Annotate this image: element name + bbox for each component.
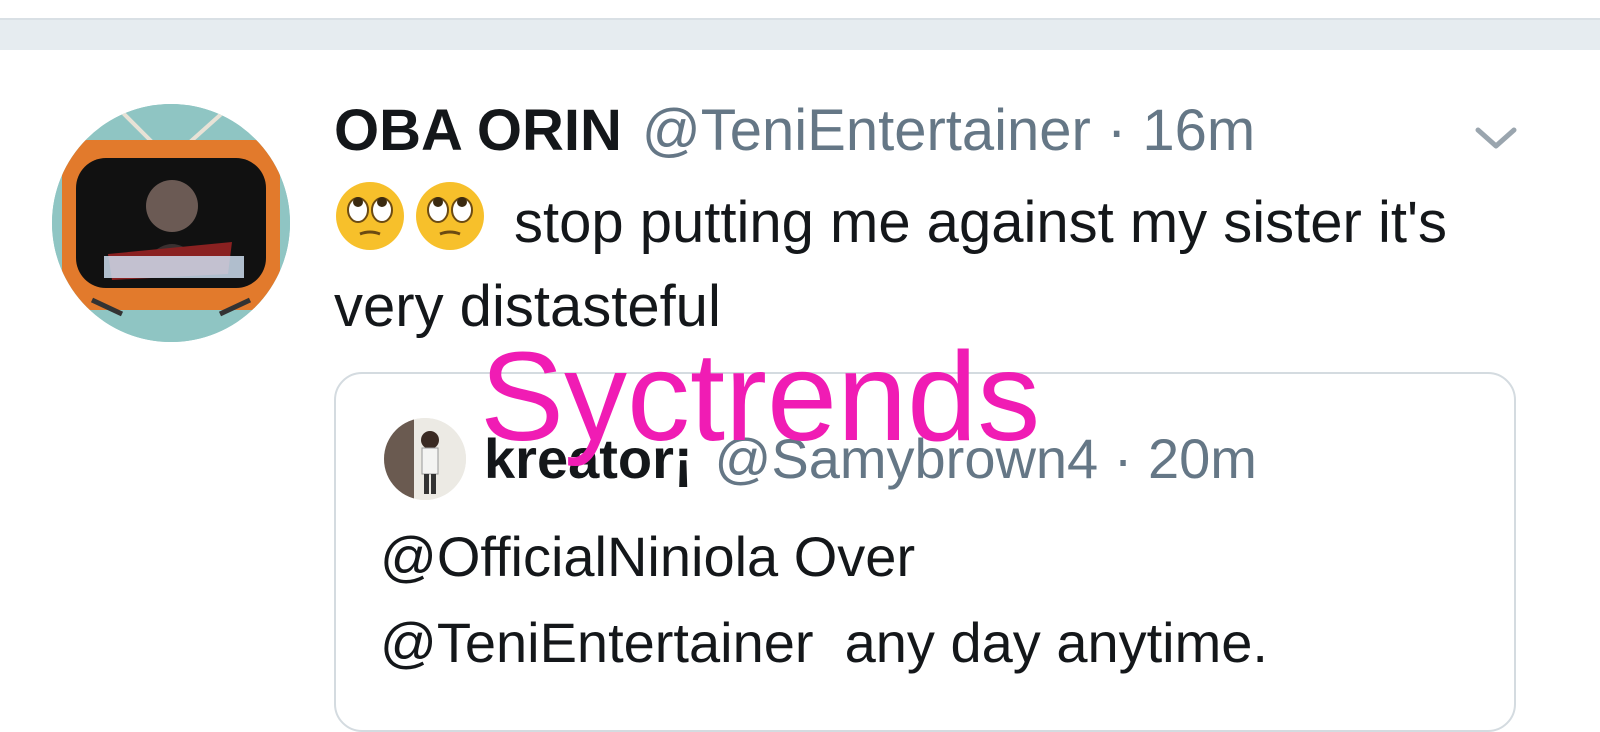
quoted-author-display-name[interactable]: kreator¡ bbox=[484, 426, 693, 492]
section-divider bbox=[0, 18, 1600, 50]
chevron-down-icon[interactable] bbox=[1472, 120, 1520, 156]
retro-tv-icon bbox=[52, 104, 290, 342]
quoted-tweet-text: @OfficialNiniola Over @TeniEntertainer a… bbox=[380, 525, 1268, 674]
rolling-eyes-emoji-icon bbox=[416, 182, 484, 250]
person-photo-icon bbox=[384, 418, 466, 500]
rolling-eyes-emoji-icon bbox=[336, 182, 404, 250]
quoted-tweet-card[interactable]: kreator¡ @Samybrown4 · 20m @OfficialNini… bbox=[334, 372, 1516, 732]
tweet-text-content: stop putting me against my sister it's v… bbox=[334, 190, 1448, 339]
tweet-text: stop putting me against my sister it's v… bbox=[334, 180, 1534, 349]
quoted-author-avatar[interactable] bbox=[384, 418, 466, 500]
author-avatar[interactable] bbox=[52, 104, 290, 342]
emoji-group bbox=[334, 180, 494, 252]
author-handle-timestamp[interactable]: @TeniEntertainer · 16m bbox=[642, 96, 1255, 166]
author-display-name[interactable]: OBA ORIN bbox=[334, 96, 622, 166]
quoted-author-handle-timestamp[interactable]: @Samybrown4 · 20m bbox=[715, 426, 1257, 492]
tweet-header: OBA ORIN @TeniEntertainer · 16m bbox=[334, 96, 1255, 166]
quoted-tweet-header: kreator¡ @Samybrown4 · 20m bbox=[484, 426, 1257, 492]
